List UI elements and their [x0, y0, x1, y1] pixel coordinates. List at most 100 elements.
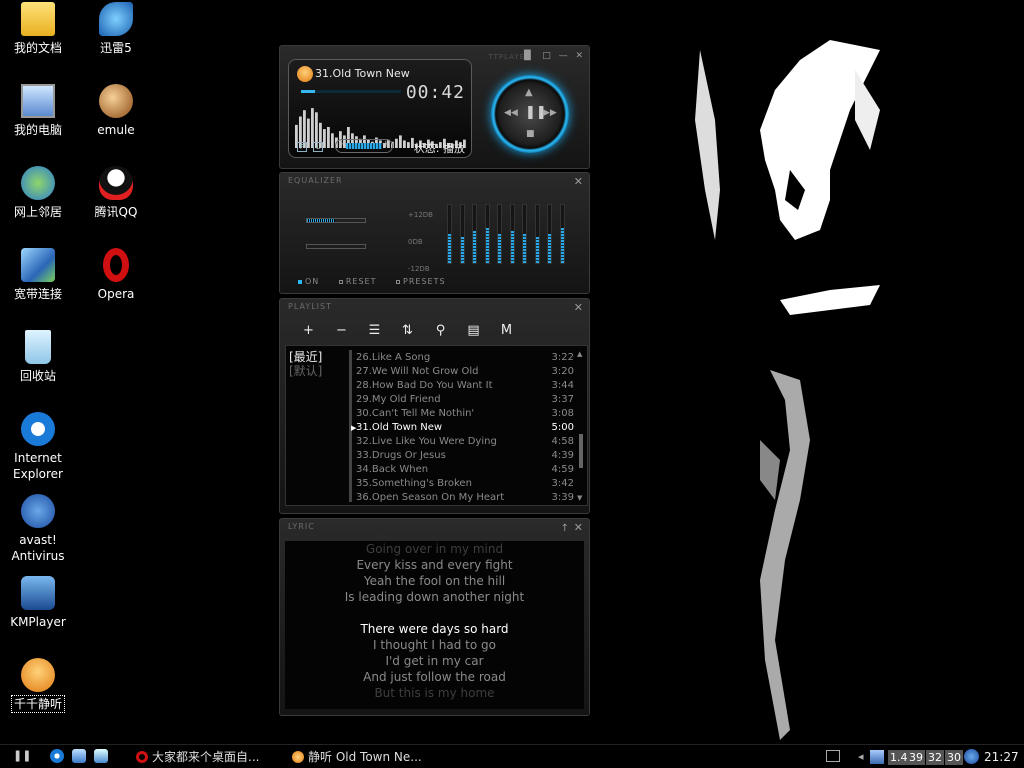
- seek-bar[interactable]: [301, 90, 401, 93]
- eq-band-slider[interactable]: [534, 204, 540, 264]
- playlist-title: PLAYLIST: [288, 302, 332, 311]
- track-row[interactable]: 28.How Bad Do You Want It 3:44: [356, 379, 574, 393]
- task-label: 大家都来个桌面自...: [152, 750, 260, 764]
- desktop-icon-recycle-bin[interactable]: 回收站: [0, 330, 76, 384]
- start-button[interactable]: ❚❚: [13, 749, 31, 762]
- stop-icon[interactable]: ■: [526, 129, 535, 139]
- track-row[interactable]: 33.Drugs Or Jesus 4:39: [356, 449, 574, 463]
- ie-icon: [21, 412, 55, 446]
- desktop-icon-emule[interactable]: emule: [78, 84, 154, 138]
- track-duration: 5:00: [551, 422, 574, 433]
- next-icon[interactable]: ▶▶: [543, 108, 557, 118]
- network-icon[interactable]: [870, 750, 884, 764]
- eq-presets-button[interactable]: PRESETS: [396, 277, 446, 286]
- eq-band-slider[interactable]: [522, 204, 527, 264]
- track-title: 29.My Old Friend: [356, 394, 441, 405]
- track-row[interactable]: 29.My Old Friend 3:37: [356, 393, 574, 407]
- track-row[interactable]: 32.Live Like You Were Dying 4:58: [356, 435, 574, 449]
- recycle-bin-icon: [25, 330, 51, 364]
- spectrum-bar: [399, 135, 402, 148]
- eq-presets-indicator: [396, 280, 401, 284]
- sort-icon[interactable]: ⇅: [391, 323, 424, 338]
- close-icon[interactable]: ✕: [574, 302, 583, 313]
- track-row[interactable]: 26.Like A Song 3:22: [356, 351, 574, 365]
- playlist-group-recent[interactable]: [最近]: [289, 350, 322, 364]
- desktop-icon-broadband[interactable]: 宽带连接: [0, 248, 76, 302]
- close-icon[interactable]: ✕: [574, 176, 583, 187]
- eq-band-slider[interactable]: [447, 204, 452, 264]
- scroll-down-icon[interactable]: ▼: [577, 494, 582, 502]
- eject-icon[interactable]: ▲: [525, 87, 533, 98]
- remove-icon[interactable]: −: [325, 323, 358, 338]
- now-playing-title: 31.Old Town New: [315, 67, 410, 80]
- track-row[interactable]: 27.We Will Not Grow Old 3:20: [356, 365, 574, 379]
- track-row-current[interactable]: ▶ 31.Old Town New 5:00: [351, 421, 574, 435]
- eq-band-slider[interactable]: [484, 204, 490, 264]
- network-places-icon: [21, 166, 55, 200]
- eq-on-toggle[interactable]: ON: [298, 277, 319, 286]
- spectrum-bar: [407, 142, 410, 148]
- desktop-icon-opera[interactable]: Opera: [78, 248, 154, 302]
- maximize-icon[interactable]: □: [542, 51, 551, 61]
- desktop-icon-network-places[interactable]: 网上邻居: [0, 166, 76, 220]
- avast-tray-icon[interactable]: [964, 749, 979, 764]
- eq-surround-slider[interactable]: [306, 244, 366, 249]
- track-row[interactable]: 34.Back When 4:59: [356, 463, 574, 477]
- close-icon[interactable]: ✕: [575, 51, 583, 61]
- clock[interactable]: 21:27: [984, 750, 1019, 764]
- desktop-icon-qq[interactable]: 腾讯QQ: [78, 166, 154, 220]
- desktop-icon-ttplayer[interactable]: 千千静听: [0, 658, 76, 713]
- add-icon[interactable]: +: [292, 323, 325, 338]
- desktop-icon-my-documents[interactable]: 我的文档: [0, 2, 76, 56]
- mode-icon[interactable]: M: [490, 323, 523, 338]
- desktop-icon-internet-explorer[interactable]: Internet Explorer: [0, 412, 76, 482]
- track-row[interactable]: 35.Something's Broken 3:42: [356, 477, 574, 491]
- eq-band-slider[interactable]: [509, 204, 515, 264]
- eq-band-slider[interactable]: [547, 204, 552, 264]
- task-opera[interactable]: 大家都来个桌面自...: [136, 748, 259, 766]
- search-icon[interactable]: ⚲: [424, 323, 457, 338]
- tray-expand-icon[interactable]: ◂: [858, 750, 864, 763]
- eq-balance-slider[interactable]: [306, 218, 366, 223]
- eq-band-slider[interactable]: [559, 204, 565, 264]
- spectrum-bar: [323, 129, 326, 148]
- scrollbar-thumb[interactable]: [579, 434, 583, 468]
- file-icon[interactable]: ▤: [457, 323, 490, 338]
- track-row[interactable]: 30.Can't Tell Me Nothin' 3:08: [356, 407, 574, 421]
- eq-band-slider[interactable]: [472, 204, 477, 264]
- close-icon[interactable]: ✕: [574, 522, 583, 533]
- quicklaunch-ie-icon[interactable]: [50, 749, 64, 763]
- minimize-icon[interactable]: —: [559, 51, 568, 61]
- task-ttplayer[interactable]: 静听 Old Town Ne...: [292, 748, 422, 766]
- tray-disk-value[interactable]: 30: [945, 750, 963, 765]
- eq-reset-button[interactable]: RESET: [338, 277, 377, 286]
- volume-slider[interactable]: − +: [335, 139, 393, 153]
- lyric-toggle-button[interactable]: L: [313, 142, 323, 152]
- track-row[interactable]: 36.Open Season On My Heart 3:39: [356, 491, 574, 505]
- track-list: 26.Like A Song 3:22 27.We Will Not Grow O…: [351, 351, 574, 505]
- tray-mem-value[interactable]: 39: [907, 750, 925, 765]
- playlist-toggle-button[interactable]: P: [297, 142, 307, 152]
- ttplayer-logo-icon: [297, 66, 313, 82]
- eq-band-fill: [548, 234, 551, 263]
- desktop-icon-avast[interactable]: avast! Antivirus: [0, 494, 76, 564]
- tray-temp-value[interactable]: 32: [926, 750, 944, 765]
- skin-icon[interactable]: ▐▌: [520, 51, 534, 61]
- track-title: 27.We Will Not Grow Old: [356, 366, 479, 377]
- desktop-icon-my-computer[interactable]: 我的电脑: [0, 84, 76, 138]
- scroll-up-icon[interactable]: ▲: [577, 350, 582, 358]
- quicklaunch-media-icon[interactable]: [72, 749, 86, 763]
- desktop-icon-thunder[interactable]: 迅雷5: [78, 2, 154, 56]
- keyboard-icon[interactable]: [826, 750, 840, 762]
- desktop-icon-kmplayer[interactable]: KMPlayer: [0, 576, 76, 630]
- playlist-toolbar: + − ☰ ⇅ ⚲ ▤ M: [292, 323, 523, 338]
- lyric-pin-icon[interactable]: ↑: [561, 523, 569, 534]
- volume-up-icon[interactable]: +: [382, 139, 390, 150]
- eq-band-slider[interactable]: [497, 204, 502, 264]
- quicklaunch-desktop-icon[interactable]: [94, 749, 108, 763]
- eq-band-slider[interactable]: [459, 204, 465, 264]
- previous-icon[interactable]: ◀◀: [504, 108, 518, 118]
- playlist-scrollbar[interactable]: ▲ ▼: [577, 350, 584, 502]
- list-icon[interactable]: ☰: [358, 323, 391, 338]
- playlist-group-default[interactable]: [默认]: [289, 364, 322, 378]
